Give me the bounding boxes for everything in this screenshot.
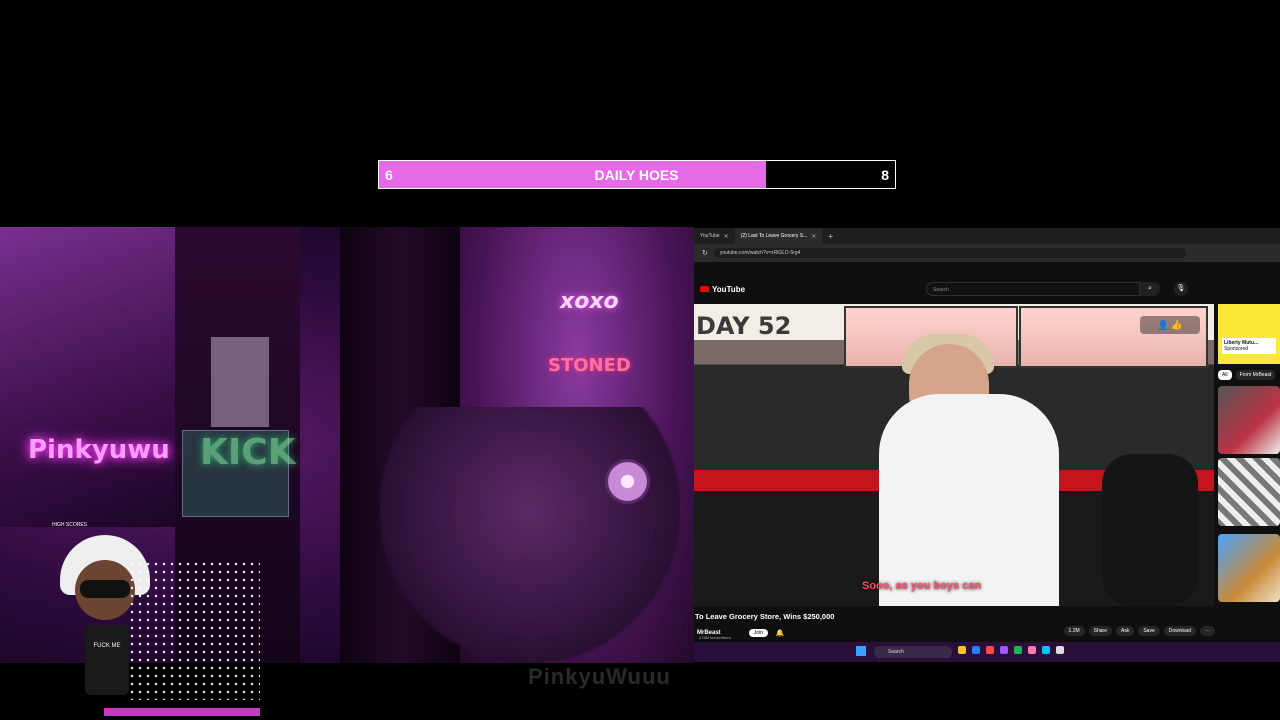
neon-sign-xoxo: xoxo: [560, 289, 619, 314]
ask-button[interactable]: Ask: [1116, 626, 1135, 636]
headset-icon: [605, 459, 650, 504]
wall-mural: [0, 227, 175, 527]
taskbar-app-icon[interactable]: [1028, 646, 1036, 654]
taskbar-search[interactable]: Search: [874, 646, 952, 658]
video-actions: 1.2M Share Ask Save Download ⋯: [1063, 626, 1215, 636]
high-scores-label: HIGH SCORES: [52, 522, 88, 528]
tab-label: (2) Last To Leave Grocery S...: [740, 233, 808, 239]
search-input[interactable]: Search: [926, 282, 1140, 296]
youtube-logo-text: YouTube: [712, 284, 746, 294]
ad-sponsored-label: Sponsored: [1224, 346, 1249, 352]
daily-goal-bar: 6 DAILY HOES 8: [378, 160, 896, 189]
video-chair: [1102, 454, 1198, 606]
related-video-thumb[interactable]: [1218, 458, 1280, 526]
taskbar-app-icon[interactable]: [958, 646, 966, 654]
close-icon[interactable]: ✕: [811, 233, 816, 240]
download-button[interactable]: Download: [1163, 626, 1196, 636]
tab-youtube[interactable]: YouTube ✕: [694, 228, 735, 244]
join-button[interactable]: Join: [748, 629, 768, 637]
video-subtitle: Sooo, as you boys can: [862, 580, 982, 592]
subscriber-count: 478M subscribers: [699, 635, 731, 640]
taskbar-app-icon[interactable]: [972, 646, 980, 654]
related-video-thumb[interactable]: [1218, 386, 1280, 454]
video-day-overlay: DAY 52: [696, 312, 792, 340]
taskbar-icons: [958, 646, 1064, 654]
wall-poster: [211, 337, 269, 427]
like-button[interactable]: 1.2M: [1063, 626, 1085, 636]
video-player[interactable]: DAY 52 👤 👍 Sooo, as you boys can: [694, 304, 1214, 606]
video-overlay-icons[interactable]: 👤 👍: [1140, 316, 1200, 334]
taskbar-app-icon[interactable]: [1014, 646, 1022, 654]
goal-target-count: 8: [881, 167, 889, 183]
video-title: To Leave Grocery Store, Wins $250,000: [695, 612, 835, 621]
youtube-play-icon: [700, 286, 709, 292]
taskbar-app-icon[interactable]: [986, 646, 994, 654]
browser-window: YouTube ✕ (2) Last To Leave Grocery S...…: [694, 228, 1280, 662]
taskbar-app-icon[interactable]: [1056, 646, 1064, 654]
tab-label: YouTube: [700, 233, 720, 239]
mic-icon[interactable]: 🎙: [1174, 282, 1188, 296]
save-button[interactable]: Save: [1138, 626, 1160, 636]
close-icon[interactable]: ✕: [724, 233, 729, 240]
dot-pattern: [128, 560, 260, 700]
video-person: [879, 394, 1059, 606]
tab-bar: YouTube ✕ (2) Last To Leave Grocery S...…: [694, 228, 1280, 244]
windows-start-icon[interactable]: [856, 646, 866, 656]
search-icon[interactable]: ⌕: [1140, 282, 1160, 296]
share-button[interactable]: Share: [1088, 626, 1112, 636]
sponsored-ad[interactable]: Liberty Mutu... Sponsored: [1218, 304, 1280, 364]
channel-watermark: PinkyuWuuu: [528, 664, 671, 689]
chip-from-mrbeast[interactable]: From MrBeast: [1235, 370, 1276, 380]
youtube-header: YouTube Search ⌕ 🎙: [694, 278, 1280, 300]
related-sidebar: Liberty Mutu... Sponsored All From MrBea…: [1218, 304, 1280, 644]
neon-sign-kick: KICK: [200, 432, 296, 473]
channel-row: MrBeast 478M subscribers Join 🔔 1.2M Sha…: [695, 626, 1215, 640]
neon-sign-stoned: STONED: [548, 355, 631, 376]
reload-icon[interactable]: ↻: [702, 249, 708, 257]
youtube-logo[interactable]: YouTube: [700, 285, 745, 294]
score-strip: [104, 708, 260, 716]
chip-all[interactable]: All: [1218, 370, 1232, 380]
more-button[interactable]: ⋯: [1200, 626, 1215, 636]
windows-taskbar: Search: [694, 642, 1280, 662]
filter-chips: All From MrBeast: [1218, 370, 1276, 380]
bell-icon[interactable]: 🔔: [776, 629, 785, 637]
neon-sign-pinky: Pinkyuwu: [28, 435, 170, 465]
taskbar-app-icon[interactable]: [1042, 646, 1050, 654]
tab-video[interactable]: (2) Last To Leave Grocery S... ✕: [734, 228, 823, 244]
avatar-shirt: FUCK ME: [85, 625, 129, 695]
taskbar-app-icon[interactable]: [1000, 646, 1008, 654]
avatar-mask: [80, 580, 130, 598]
ad-info: Liberty Mutu... Sponsored: [1222, 338, 1276, 354]
streamer: [380, 407, 680, 663]
address-bar[interactable]: youtube.com/watch?v=zRlGLD-5rg4: [713, 248, 1186, 258]
goal-title: DAILY HOES: [594, 167, 679, 183]
related-video-thumb[interactable]: [1218, 534, 1280, 602]
plus-icon[interactable]: +: [828, 232, 833, 241]
address-row: ↻ youtube.com/watch?v=zRlGLD-5rg4: [694, 244, 1280, 262]
